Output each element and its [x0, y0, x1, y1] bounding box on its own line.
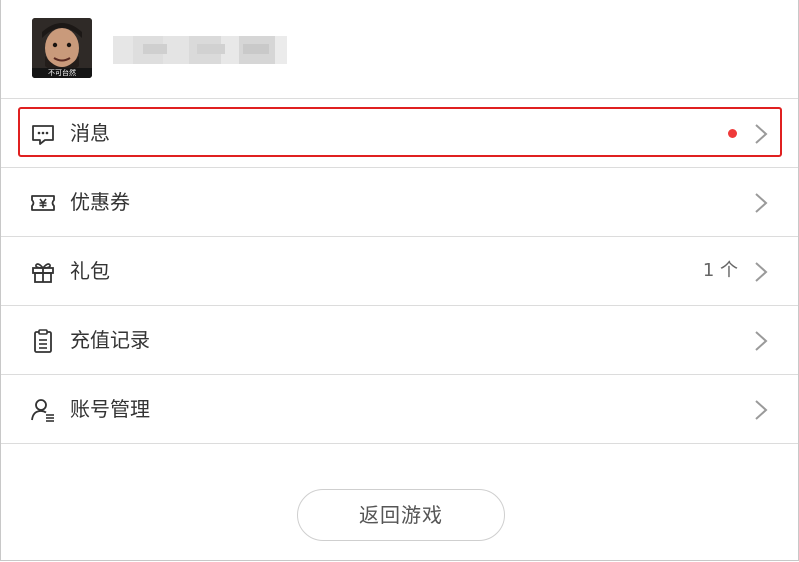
- account-panel: 不可台然 消息 优惠券 礼包 1 个 充值记录 账号管理 返回游戏: [0, 0, 799, 561]
- menu-item-label: 礼包: [70, 259, 110, 283]
- menu-item-account-management[interactable]: 账号管理: [1, 375, 798, 444]
- gift-count: 1 个: [702, 260, 738, 281]
- menu-item-label: 账号管理: [70, 397, 150, 421]
- chevron-right-icon: [753, 123, 769, 145]
- profile-header: 不可台然: [1, 0, 798, 99]
- gift-icon: [30, 259, 56, 285]
- chevron-right-icon: [753, 261, 769, 283]
- menu-item-label: 消息: [70, 121, 110, 145]
- chevron-right-icon: [753, 399, 769, 421]
- coupon-icon: [30, 190, 56, 216]
- chevron-right-icon: [753, 330, 769, 352]
- avatar[interactable]: 不可台然: [32, 18, 92, 78]
- clipboard-icon: [30, 328, 56, 354]
- avatar-caption: 不可台然: [48, 69, 76, 77]
- menu-item-label: 充值记录: [70, 328, 150, 352]
- username-redacted: [113, 32, 287, 68]
- menu-item-recharge-history[interactable]: 充值记录: [1, 306, 798, 375]
- account-icon: [30, 397, 56, 423]
- return-to-game-button[interactable]: 返回游戏: [297, 489, 505, 541]
- menu-item-coupons[interactable]: 优惠券: [1, 168, 798, 237]
- message-icon: [30, 121, 56, 147]
- menu-item-label: 优惠券: [70, 190, 130, 214]
- menu-item-messages[interactable]: 消息: [1, 99, 798, 168]
- chevron-right-icon: [753, 192, 769, 214]
- menu-item-gift-pack[interactable]: 礼包 1 个: [1, 237, 798, 306]
- unread-badge-dot: [728, 129, 737, 138]
